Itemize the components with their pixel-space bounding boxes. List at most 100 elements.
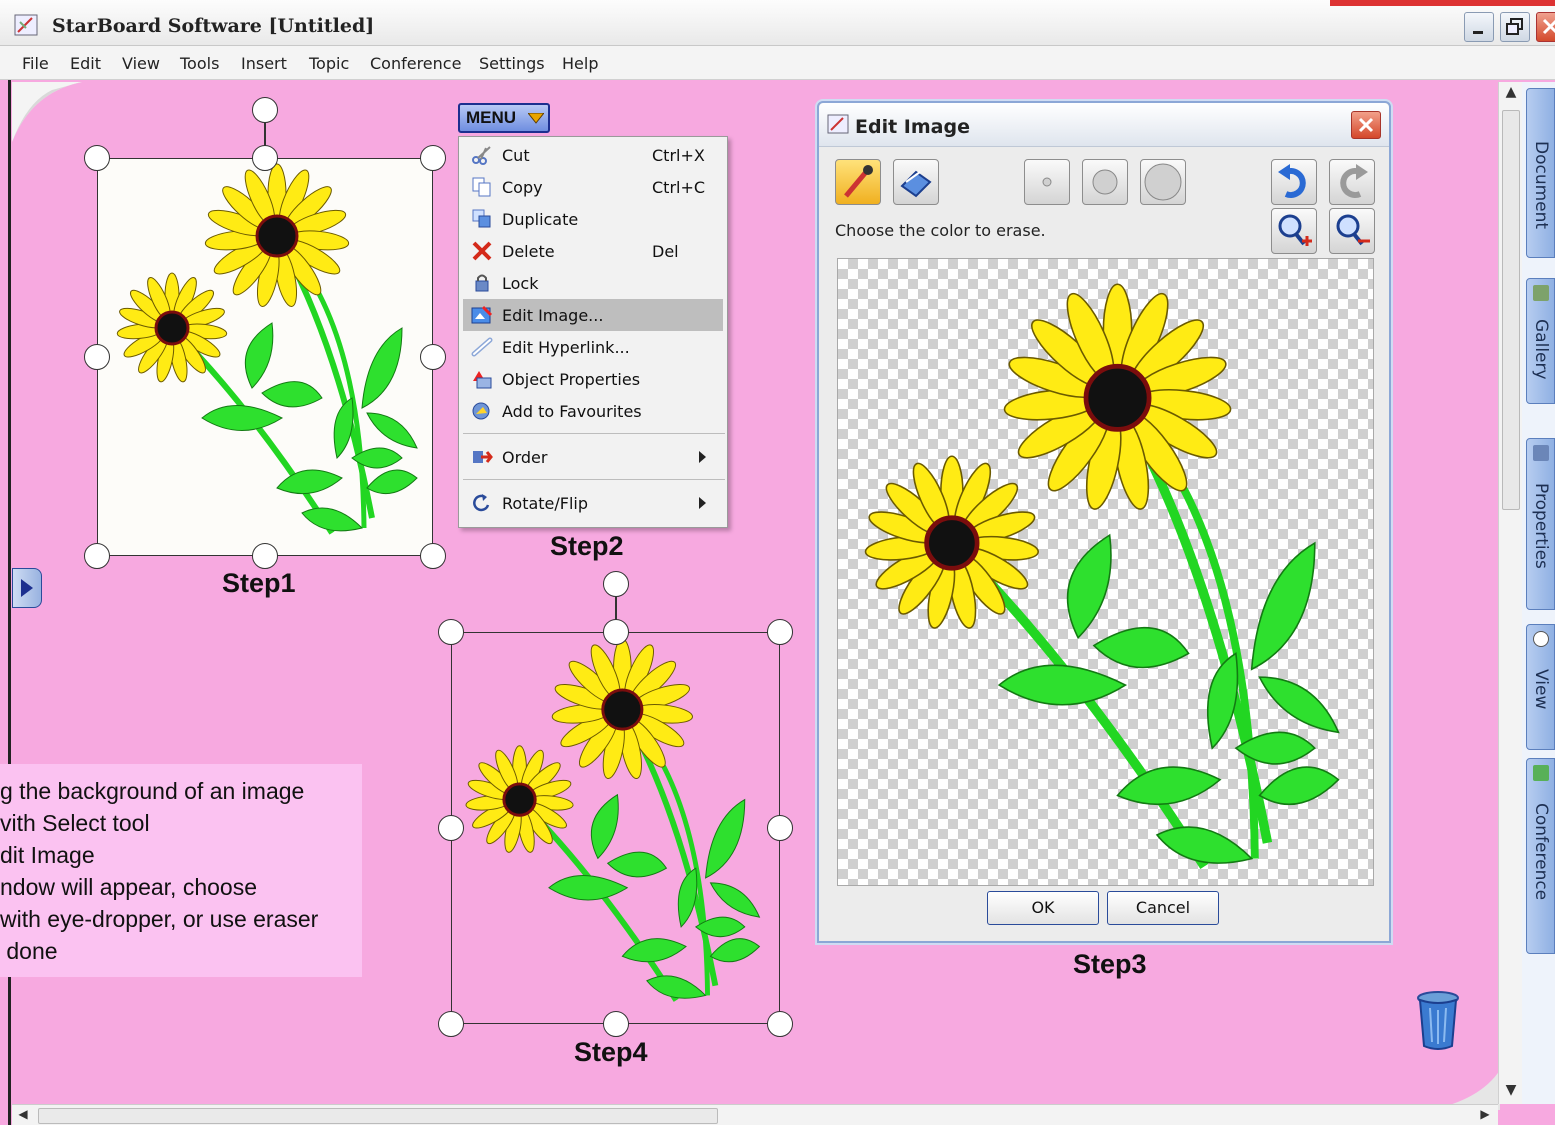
close-window-button[interactable] bbox=[1536, 12, 1555, 42]
scroll-up-icon[interactable]: ▲ bbox=[1501, 84, 1521, 106]
selection-box bbox=[451, 632, 780, 1024]
close-icon bbox=[1542, 18, 1555, 35]
rotation-handle[interactable] bbox=[603, 571, 629, 597]
menu-help[interactable]: Help bbox=[562, 54, 598, 73]
menu-item-label: Order bbox=[502, 448, 548, 467]
dialog-instruction: Choose the color to erase. bbox=[835, 221, 1046, 240]
page-curl-icon[interactable] bbox=[12, 82, 82, 142]
menu-item-delete[interactable]: Delete Del bbox=[463, 235, 723, 267]
undo-button[interactable] bbox=[1271, 159, 1317, 205]
object-menu-button[interactable]: MENU bbox=[458, 103, 550, 133]
resize-handle-s[interactable] bbox=[252, 543, 278, 569]
menu-item-label: Duplicate bbox=[502, 210, 579, 229]
vertical-scrollbar[interactable]: ▲ ▼ bbox=[1498, 82, 1522, 1104]
menu-settings[interactable]: Settings bbox=[479, 54, 545, 73]
resize-handle-s[interactable] bbox=[603, 1011, 629, 1037]
menu-view[interactable]: View bbox=[122, 54, 160, 73]
instruction-note[interactable]: g the background of an image vith Select… bbox=[0, 764, 362, 977]
vertical-scroll-thumb[interactable] bbox=[1502, 110, 1520, 510]
resize-handle-ne[interactable] bbox=[420, 145, 446, 171]
rotation-handle[interactable] bbox=[252, 97, 278, 123]
resize-handle-se[interactable] bbox=[767, 1011, 793, 1037]
panel-expand-button[interactable] bbox=[12, 568, 42, 608]
menu-tools[interactable]: Tools bbox=[180, 54, 219, 73]
side-panel-tabs: Document Gallery Properties View Confere… bbox=[1522, 82, 1555, 1104]
menu-item-duplicate[interactable]: Duplicate bbox=[463, 203, 723, 235]
menu-item-rotate-flip[interactable]: Rotate/Flip bbox=[463, 487, 723, 519]
close-icon bbox=[1358, 117, 1374, 133]
zoom-out-button[interactable] bbox=[1329, 208, 1375, 254]
submenu-arrow-icon bbox=[699, 497, 706, 509]
medium-brush-button[interactable] bbox=[1082, 159, 1128, 205]
tab-properties[interactable]: Properties bbox=[1526, 438, 1555, 610]
tab-label: Document bbox=[1531, 141, 1551, 230]
small-brush-icon bbox=[1042, 177, 1052, 187]
redo-icon bbox=[1340, 164, 1368, 198]
note-line: with eye-dropper, or use eraser bbox=[0, 906, 319, 932]
menu-file[interactable]: File bbox=[22, 54, 49, 73]
menu-conference[interactable]: Conference bbox=[370, 54, 461, 73]
resize-handle-n[interactable] bbox=[603, 619, 629, 645]
resize-handle-sw[interactable] bbox=[84, 543, 110, 569]
horizontal-scrollbar[interactable]: ◀ ▶ bbox=[12, 1104, 1498, 1125]
menu-item-edit-hyperlink[interactable]: Edit Hyperlink... bbox=[463, 331, 723, 363]
resize-handle-n[interactable] bbox=[252, 145, 278, 171]
menu-insert[interactable]: Insert bbox=[241, 54, 287, 73]
dialog-close-button[interactable] bbox=[1351, 111, 1381, 139]
eyedropper-tool-button[interactable] bbox=[835, 159, 881, 205]
resize-handle-ne[interactable] bbox=[767, 619, 793, 645]
note-line: vith Select tool bbox=[0, 810, 150, 836]
step3-label: Step3 bbox=[1073, 949, 1147, 979]
ok-button[interactable]: OK bbox=[987, 891, 1099, 925]
menu-topic[interactable]: Topic bbox=[309, 54, 349, 73]
eraser-tool-button[interactable] bbox=[893, 159, 939, 205]
scroll-right-icon[interactable]: ▶ bbox=[1476, 1107, 1494, 1124]
small-brush-button[interactable] bbox=[1024, 159, 1070, 205]
window-title: StarBoard Software [Untitled] bbox=[52, 15, 375, 37]
redo-button[interactable] bbox=[1329, 159, 1375, 205]
resize-handle-se[interactable] bbox=[420, 543, 446, 569]
cancel-button[interactable]: Cancel bbox=[1107, 891, 1219, 925]
tab-label: Gallery bbox=[1531, 319, 1551, 380]
tab-conference[interactable]: Conference bbox=[1526, 758, 1555, 954]
zoom-in-button[interactable] bbox=[1271, 208, 1317, 254]
note-line: g the background of an image bbox=[0, 778, 305, 804]
chevron-right-icon bbox=[21, 579, 33, 597]
menu-item-edit-image[interactable]: Edit Image... bbox=[463, 299, 723, 331]
resize-handle-nw[interactable] bbox=[438, 619, 464, 645]
scroll-left-icon[interactable]: ◀ bbox=[14, 1107, 32, 1124]
minimize-button[interactable] bbox=[1464, 12, 1494, 42]
menu-item-label: Object Properties bbox=[502, 370, 641, 389]
image-editing-canvas[interactable] bbox=[837, 258, 1374, 886]
large-brush-button[interactable] bbox=[1140, 159, 1186, 205]
resize-handle-w[interactable] bbox=[438, 815, 464, 841]
scroll-down-icon[interactable]: ▼ bbox=[1501, 1082, 1521, 1104]
menu-item-order[interactable]: Order bbox=[463, 441, 723, 473]
restore-button[interactable] bbox=[1500, 12, 1530, 42]
menu-item-object-properties[interactable]: Object Properties bbox=[463, 363, 723, 395]
menu-item-label: Add to Favourites bbox=[502, 402, 642, 421]
menu-item-add-to-favourites[interactable]: Add to Favourites bbox=[463, 395, 723, 427]
tab-gallery[interactable]: Gallery bbox=[1526, 278, 1555, 404]
conference-icon bbox=[1533, 765, 1549, 781]
rotate-icon bbox=[473, 494, 490, 512]
tab-document[interactable]: Document bbox=[1526, 88, 1555, 258]
resize-handle-e[interactable] bbox=[420, 344, 446, 370]
menu-item-copy[interactable]: Copy Ctrl+C bbox=[463, 171, 723, 203]
resize-handle-w[interactable] bbox=[84, 344, 110, 370]
view-icon bbox=[1533, 631, 1549, 647]
menu-item-lock[interactable]: Lock bbox=[463, 267, 723, 299]
resize-handle-e[interactable] bbox=[767, 815, 793, 841]
copy-icon bbox=[472, 177, 491, 197]
resize-handle-nw[interactable] bbox=[84, 145, 110, 171]
medium-brush-icon bbox=[1092, 169, 1118, 195]
trash-can-icon[interactable] bbox=[1416, 990, 1460, 1052]
tab-label: Conference bbox=[1531, 803, 1551, 901]
hyperlink-icon bbox=[471, 337, 493, 357]
horizontal-scroll-thumb[interactable] bbox=[38, 1108, 718, 1124]
resize-handle-sw[interactable] bbox=[438, 1011, 464, 1037]
delete-x-icon bbox=[472, 241, 492, 261]
tab-view[interactable]: View bbox=[1526, 624, 1555, 750]
menu-item-cut[interactable]: Cut Ctrl+X bbox=[463, 139, 723, 171]
menu-edit[interactable]: Edit bbox=[70, 54, 101, 73]
